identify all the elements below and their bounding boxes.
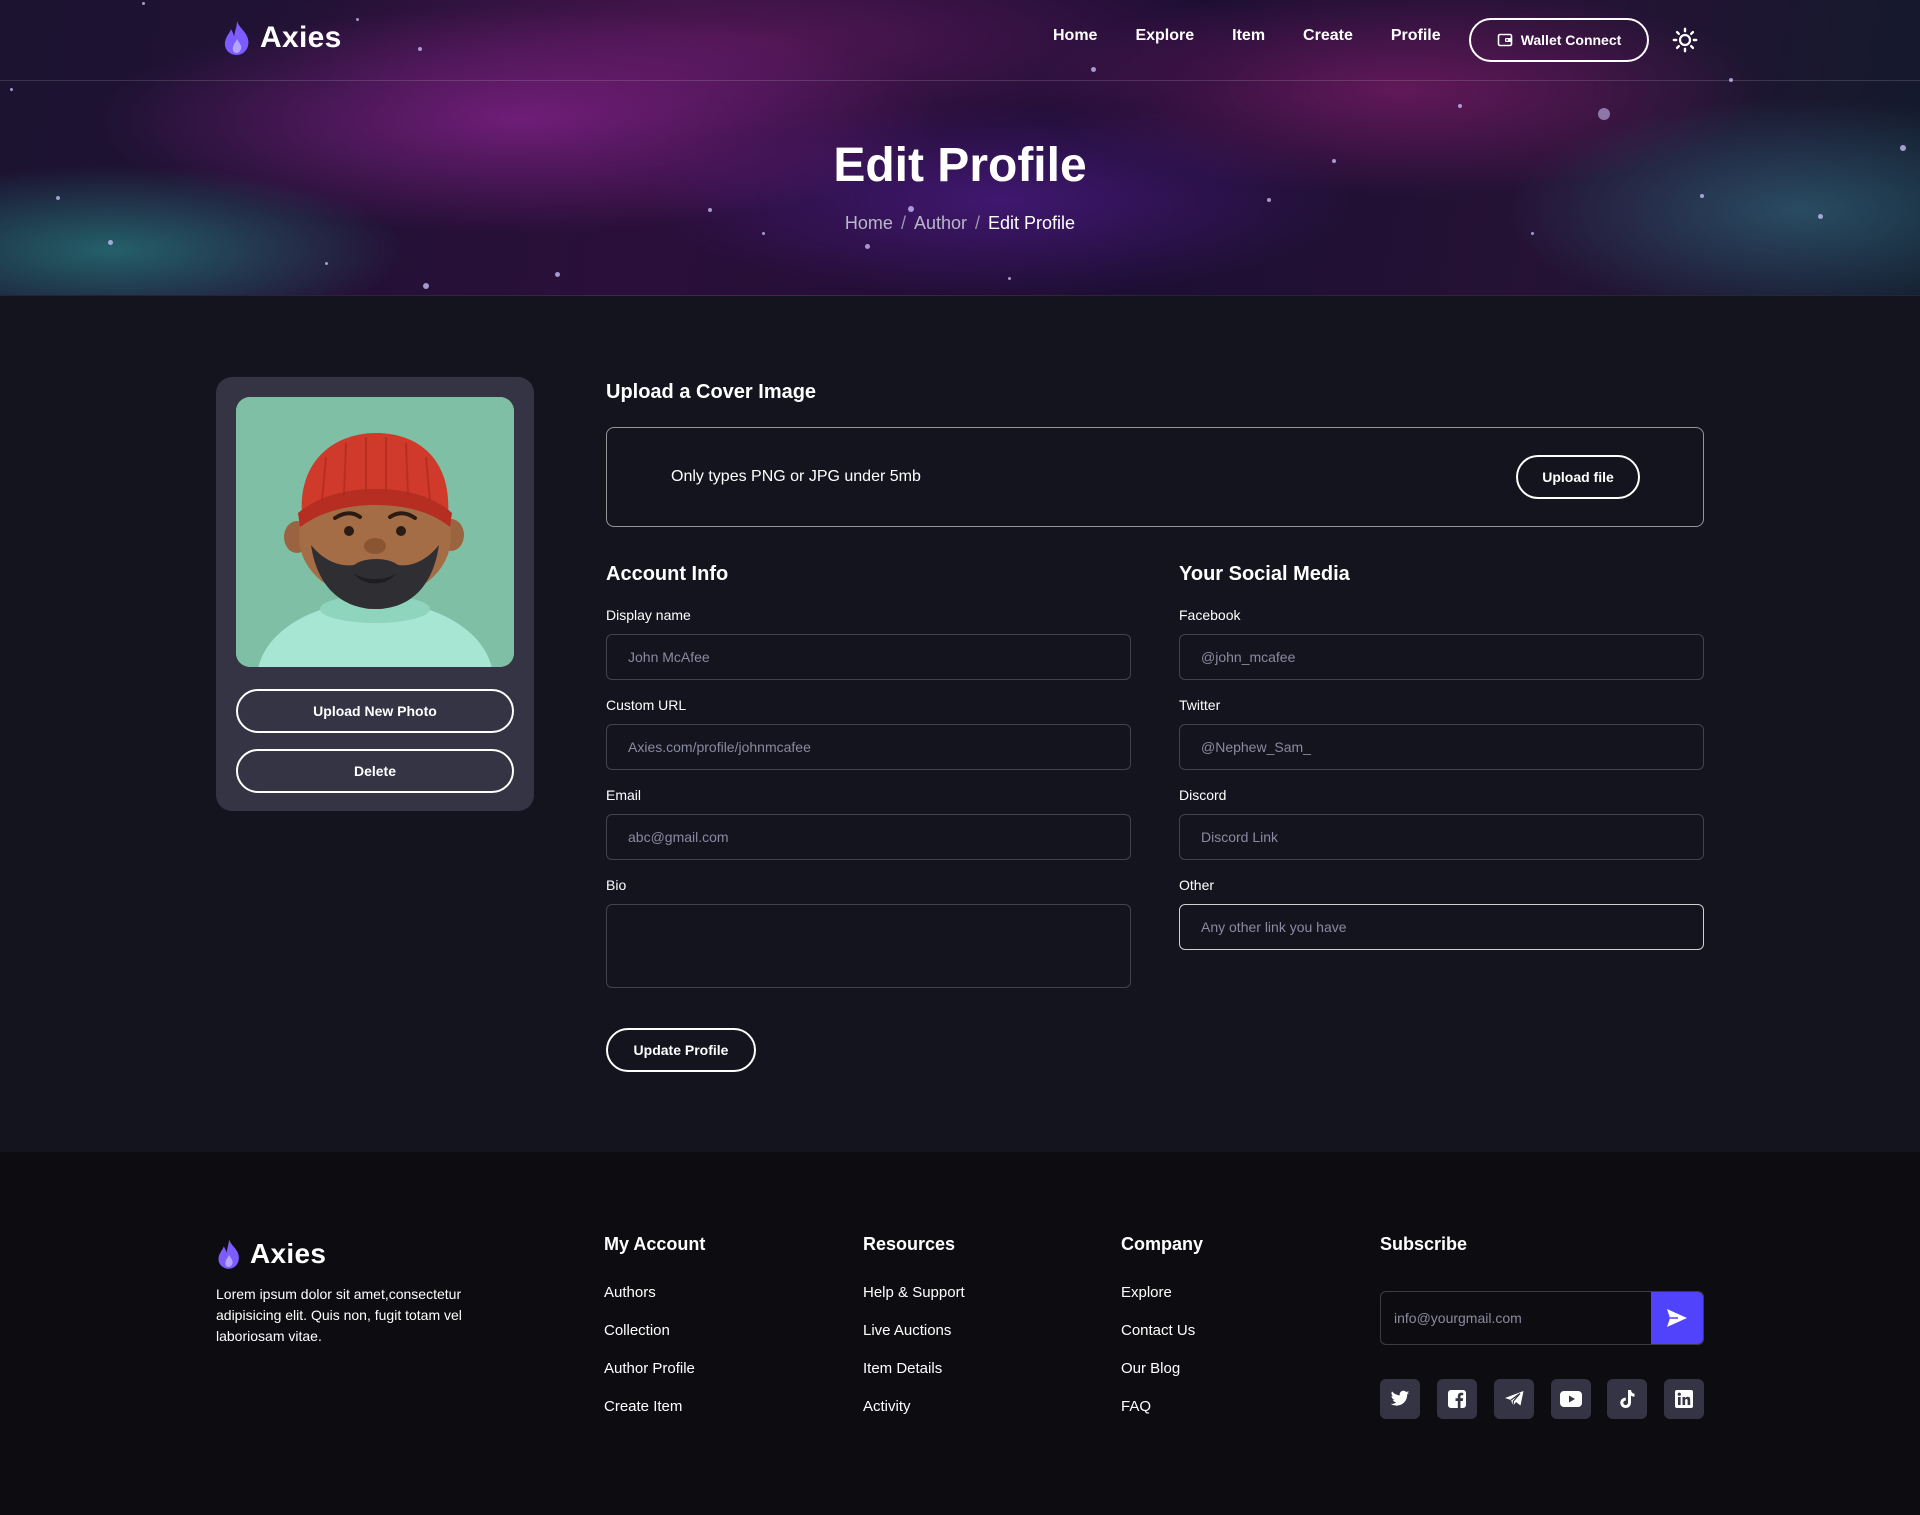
brand-name: Axies <box>260 21 342 54</box>
other-link-input[interactable] <box>1179 904 1704 950</box>
breadcrumb-separator: / <box>975 213 981 233</box>
twitter-icon[interactable] <box>1380 1379 1420 1419</box>
profile-photo-card: Upload New Photo Delete <box>216 377 534 811</box>
breadcrumb-author[interactable]: Author <box>914 213 967 233</box>
sun-icon[interactable] <box>1672 27 1698 53</box>
upload-new-photo-button[interactable]: Upload New Photo <box>236 689 514 733</box>
nav-explore[interactable]: Explore <box>1135 27 1194 45</box>
footer-col-title-company: Company <box>1121 1234 1204 1254</box>
flame-logo-icon <box>224 21 249 55</box>
discord-label: Discord <box>1179 787 1227 803</box>
bio-textarea[interactable] <box>606 904 1131 988</box>
footer-link-contact-us[interactable]: Contact Us <box>1121 1322 1195 1339</box>
footer-col-title-resources: Resources <box>863 1234 956 1254</box>
nav-profile[interactable]: Profile <box>1391 27 1441 45</box>
telegram-glyph <box>1505 1391 1524 1407</box>
footer-description: Lorem ipsum dolor sit amet,consectetur a… <box>216 1286 462 1344</box>
nav-home[interactable]: Home <box>1053 27 1097 45</box>
footer-link-create-item[interactable]: Create Item <box>604 1398 682 1415</box>
footer-brand-name: Axies <box>250 1238 327 1269</box>
facebook-label: Facebook <box>1179 607 1241 623</box>
breadcrumb-current: Edit Profile <box>988 213 1076 233</box>
delete-photo-button[interactable]: Delete <box>236 749 514 793</box>
header-logo[interactable]: Axies <box>222 20 342 56</box>
email-field[interactable] <box>606 814 1131 860</box>
custom-url-input[interactable] <box>606 724 1131 770</box>
footer-link-help-support[interactable]: Help & Support <box>863 1284 965 1301</box>
account-info-title: Account Info <box>606 563 729 585</box>
avatar <box>236 397 514 667</box>
subscribe-submit-button[interactable] <box>1651 1292 1703 1344</box>
twitter-input[interactable] <box>1179 724 1704 770</box>
wallet-connect-button[interactable]: Wallet Connect <box>1469 18 1649 62</box>
upload-file-button[interactable]: Upload file <box>1516 455 1640 499</box>
youtube-glyph <box>1560 1391 1582 1407</box>
subscribe-form <box>1380 1291 1704 1345</box>
footer: Axies Lorem ipsum dolor sit amet,consect… <box>0 1152 1920 1515</box>
footer-link-authors[interactable]: Authors <box>604 1284 656 1301</box>
page-header: Axies Home Explore Item Create Profile W… <box>0 0 1920 296</box>
breadcrumb-home[interactable]: Home <box>845 213 893 233</box>
other-link-label: Other <box>1179 877 1215 893</box>
youtube-icon[interactable] <box>1551 1379 1591 1419</box>
footer-logo[interactable]: Axies <box>216 1238 326 1270</box>
footer-link-live-auctions[interactable]: Live Auctions <box>863 1322 951 1339</box>
footer-link-explore[interactable]: Explore <box>1121 1284 1172 1301</box>
subscribe-email-input[interactable] <box>1381 1292 1653 1344</box>
social-media-title: Your Social Media <box>1179 563 1350 585</box>
footer-link-author-profile[interactable]: Author Profile <box>604 1360 695 1377</box>
send-icon <box>1667 1309 1687 1327</box>
footer-link-faq[interactable]: FAQ <box>1121 1398 1151 1415</box>
breadcrumb: Home / Author / Edit Profile <box>0 213 1920 234</box>
cover-upload-box: Only types PNG or JPG under 5mb Upload f… <box>606 427 1704 527</box>
telegram-icon[interactable] <box>1494 1379 1534 1419</box>
twitter-label: Twitter <box>1179 697 1221 713</box>
facebook-glyph <box>1448 1390 1466 1408</box>
subscribe-title: Subscribe <box>1380 1234 1468 1254</box>
wallet-icon <box>1497 33 1512 47</box>
cover-upload-hint: Only types PNG or JPG under 5mb <box>671 468 921 485</box>
facebook-icon[interactable] <box>1437 1379 1477 1419</box>
twitter-glyph <box>1390 1390 1410 1406</box>
facebook-input[interactable] <box>1179 634 1704 680</box>
footer-link-collection[interactable]: Collection <box>604 1322 670 1339</box>
tiktok-glyph <box>1620 1390 1635 1408</box>
footer-link-our-blog[interactable]: Our Blog <box>1121 1360 1180 1377</box>
wallet-connect-label: Wallet Connect <box>1520 32 1622 48</box>
flame-logo-icon <box>218 1239 239 1269</box>
main-nav: Home Explore Item Create Profile <box>1053 27 1441 45</box>
cover-section-title: Upload a Cover Image <box>606 381 817 403</box>
footer-link-item-details[interactable]: Item Details <box>863 1360 942 1377</box>
nav-create[interactable]: Create <box>1303 27 1353 45</box>
page-title: Edit Profile <box>833 139 1087 192</box>
custom-url-label: Custom URL <box>606 697 687 713</box>
display-name-input[interactable] <box>606 634 1131 680</box>
linkedin-glyph <box>1675 1390 1693 1408</box>
footer-col-title-my-account: My Account <box>604 1234 706 1254</box>
tiktok-icon[interactable] <box>1607 1379 1647 1419</box>
email-label: Email <box>606 787 642 803</box>
avatar-illustration <box>236 397 514 667</box>
display-name-label: Display name <box>606 607 691 623</box>
bio-label: Bio <box>606 877 627 893</box>
nav-item[interactable]: Item <box>1232 27 1265 45</box>
linkedin-icon[interactable] <box>1664 1379 1704 1419</box>
breadcrumb-separator: / <box>900 213 906 233</box>
top-navbar: Axies Home Explore Item Create Profile W… <box>0 0 1920 81</box>
discord-input[interactable] <box>1179 814 1704 860</box>
update-profile-button[interactable]: Update Profile <box>606 1028 756 1072</box>
footer-link-activity[interactable]: Activity <box>863 1398 911 1415</box>
